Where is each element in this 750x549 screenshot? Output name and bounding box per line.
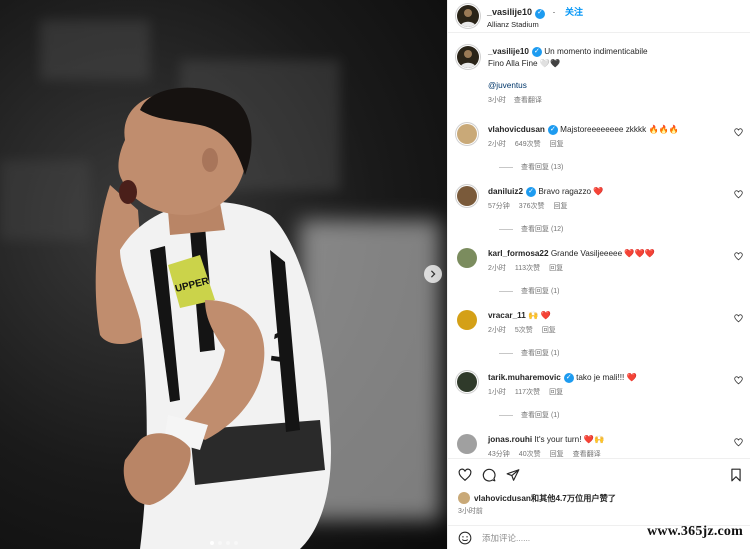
commenter-avatar[interactable] (457, 248, 477, 268)
carousel-dot (209, 541, 214, 545)
caption-tag[interactable]: @juventus (488, 80, 648, 92)
translate-link[interactable]: 查看翻译 (573, 451, 601, 458)
commenter-avatar[interactable] (457, 310, 477, 330)
author-username[interactable]: _vasilije10 (487, 7, 532, 17)
heart-icon[interactable] (734, 314, 743, 323)
view-replies-button[interactable]: 查看回复 (1) (499, 286, 747, 296)
post-time: 3小时前 (458, 508, 483, 515)
post-location[interactable]: Allianz Stadium (487, 20, 583, 30)
commenter-avatar[interactable] (457, 186, 477, 206)
view-replies-button[interactable]: 查看回复 (12) (499, 224, 747, 234)
comment-username[interactable]: daniluiz2 (488, 187, 523, 196)
comment-username[interactable]: karl_formosa22 (488, 249, 549, 258)
comment-item: jonas.rouhi It's your turn! ❤️🙌 43分钟 40次赞… (457, 434, 747, 458)
commenter-avatar[interactable] (457, 372, 477, 392)
likes-text: 和其他4.7万位用户赞了 (530, 494, 616, 503)
reply-button[interactable]: 回复 (550, 141, 564, 148)
heart-icon[interactable] (734, 376, 743, 385)
carousel-dot (233, 541, 238, 545)
post-side-panel: _vasilije10 ✓ · 关注 Allianz Stadium _vasil… (447, 0, 750, 549)
comment-item: daniluiz2 ✓ Bravo ragazzo ❤️ 57分钟 376次赞 回复 … (457, 186, 747, 234)
comment-username[interactable]: tarik.muharemovic (488, 373, 561, 382)
comment-time: 57分钟 (488, 203, 510, 210)
caption-line-2: Fino Alla Fine 🤍🖤 (488, 59, 561, 68)
view-replies-button[interactable]: 查看回复 (13) (499, 162, 747, 172)
comment-item: vlahovicdusan ✓ Majstoreeeeeeee zkkkk 🔥🔥🔥… (457, 124, 747, 172)
reply-button[interactable]: 回复 (550, 451, 564, 458)
comment-likes[interactable]: 117次赞 (515, 389, 540, 396)
carousel-dot (225, 541, 230, 545)
comment-text: Bravo ragazzo ❤️ (538, 187, 604, 196)
share-icon[interactable] (506, 468, 520, 482)
comment-username[interactable]: jonas.rouhi (488, 435, 532, 444)
comment-text: Majstoreeeeeeee zkkkk 🔥🔥🔥 (560, 125, 680, 134)
post-photo[interactable]: UPPER 1 (0, 0, 447, 549)
comment-time: 2小时 (488, 265, 506, 272)
follow-button[interactable]: 关注 (565, 7, 583, 17)
comment-item: vracar_11 🙌 ❤️ 2小时 5次赞 回复 查看回复 (1) (457, 310, 747, 358)
post-header: _vasilije10 ✓ · 关注 Allianz Stadium (448, 0, 750, 33)
comment-likes[interactable]: 649次赞 (515, 141, 541, 148)
comment-time: 43分钟 (488, 451, 510, 458)
comment-time: 2小时 (488, 141, 506, 148)
verified-icon: ✓ (531, 47, 542, 57)
reply-button[interactable]: 回复 (549, 389, 563, 396)
heart-icon[interactable] (734, 252, 743, 261)
chevron-right-icon (430, 270, 436, 278)
comment-text: tako je mali!!! ❤️ (576, 373, 637, 382)
next-photo-button[interactable] (424, 265, 442, 283)
comment-time: 2小时 (488, 327, 506, 334)
verified-icon: ✓ (547, 125, 558, 135)
commenter-avatar[interactable] (457, 434, 477, 454)
save-icon[interactable] (729, 468, 743, 482)
comment-username[interactable]: vracar_11 (488, 311, 526, 320)
comment-likes[interactable]: 40次赞 (519, 451, 541, 458)
comment-item: tarik.muharemovic ✓ tako je mali!!! ❤️ 1小… (457, 372, 747, 420)
comments-list[interactable]: _vasilije10 ✓ Un momento indimenticabile … (448, 34, 750, 458)
comment-username[interactable]: vlahovicdusan (488, 125, 545, 134)
verified-icon: ✓ (563, 373, 574, 383)
heart-icon[interactable] (734, 190, 743, 199)
post-caption: _vasilije10 ✓ Un momento indimenticabile … (457, 46, 737, 107)
caption-text: Un momento indimenticabile (544, 47, 648, 56)
watermark: www.365jz.com (647, 524, 743, 539)
comment-likes[interactable]: 5次赞 (515, 327, 533, 334)
emoji-icon[interactable] (458, 531, 472, 545)
author-avatar[interactable] (457, 5, 479, 27)
comment-text: 🙌 ❤️ (528, 311, 551, 320)
comment-time: 1小时 (488, 389, 506, 396)
carousel-dot (217, 541, 222, 545)
comment-icon[interactable] (482, 468, 496, 482)
comment-likes[interactable]: 376次赞 (519, 203, 545, 210)
heart-icon[interactable] (458, 468, 472, 482)
reply-button[interactable]: 回复 (553, 203, 567, 210)
author-avatar[interactable] (457, 46, 479, 68)
verified-icon: ✓ (526, 187, 537, 197)
reply-button[interactable]: 回复 (549, 265, 563, 272)
liker-username[interactable]: vlahovicdusan (474, 494, 531, 503)
player-figure: UPPER 1 (95, 87, 331, 549)
heart-icon[interactable] (734, 438, 743, 447)
comment-likes[interactable]: 113次赞 (515, 265, 540, 272)
heart-icon[interactable] (734, 128, 743, 137)
carousel-indicator (209, 541, 238, 545)
comment-item: karl_formosa22 Grande Vasiljeeeee ❤️❤️❤️… (457, 248, 747, 296)
comment-text: It's your turn! ❤️🙌 (534, 435, 605, 444)
translate-link[interactable]: 查看翻译 (514, 97, 542, 104)
commenter-avatar[interactable] (457, 124, 477, 144)
comment-text: Grande Vasiljeeeee ❤️❤️❤️ (550, 249, 655, 258)
likes-summary[interactable]: vlahovicdusan 和其他4.7万位用户赞了 (458, 492, 616, 504)
caption-time: 3小时 (488, 97, 506, 104)
view-replies-button[interactable]: 查看回复 (1) (499, 410, 747, 420)
separator: · (552, 7, 556, 18)
view-replies-button[interactable]: 查看回复 (1) (499, 348, 747, 358)
caption-username[interactable]: _vasilije10 (488, 47, 529, 56)
liker-avatar (458, 492, 470, 504)
verified-icon: ✓ (535, 8, 546, 19)
reply-button[interactable]: 回复 (542, 327, 556, 334)
add-comment-input[interactable] (482, 533, 622, 543)
